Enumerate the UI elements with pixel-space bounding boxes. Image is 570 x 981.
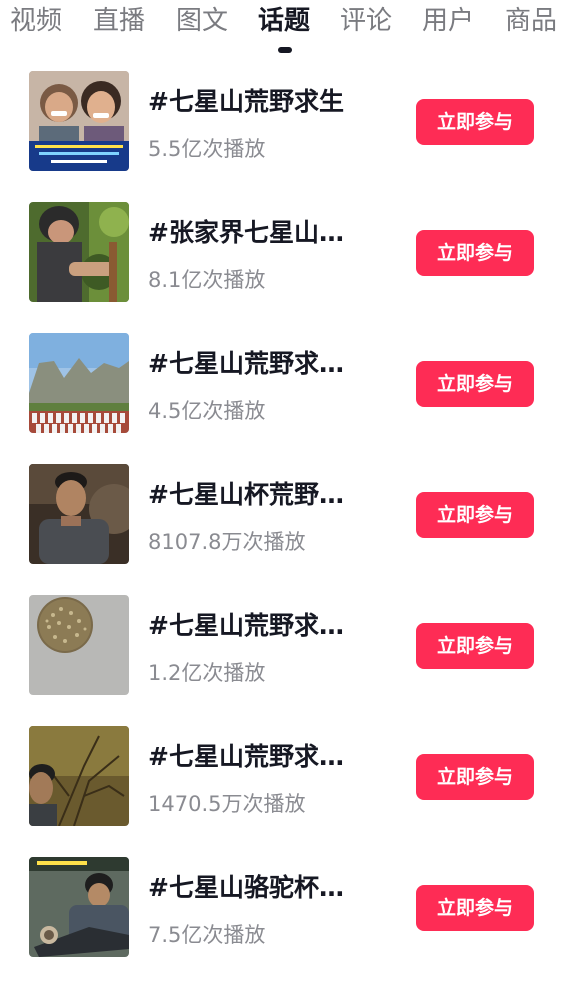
tab-users[interactable]: 用户 [422,2,474,40]
topic-title[interactable]: #张家界七星山… [148,215,373,251]
topic-title[interactable]: #七星山杯荒野… [148,477,373,513]
topic-thumbnail[interactable] [29,464,129,564]
topic-thumbnail[interactable] [29,726,129,826]
topic-title[interactable]: #七星山荒野求… [148,608,373,644]
topic-title[interactable]: #七星山荒野求… [148,346,373,382]
join-button[interactable]: 立即参与 [416,492,534,538]
topic-row[interactable]: #七星山骆驼杯… 7.5亿次播放 立即参与 [0,846,570,977]
tab-comments[interactable]: 评论 [340,2,392,40]
topic-row[interactable]: #张家界七星山… 8.1亿次播放 立即参与 [0,191,570,322]
thumbnail-image [29,464,129,564]
thumbnail-image [29,333,129,433]
play-count: 7.5亿次播放 [148,923,266,947]
tab-image-text[interactable]: 图文 [176,2,228,40]
join-button[interactable]: 立即参与 [416,754,534,800]
join-button[interactable]: 立即参与 [416,885,534,931]
play-count: 8.1亿次播放 [148,268,266,292]
tab-products[interactable]: 商品 [505,2,557,40]
play-count: 1470.5万次播放 [148,792,306,816]
topic-row[interactable]: #七星山荒野求… 1470.5万次播放 立即参与 [0,715,570,846]
topic-thumbnail[interactable] [29,202,129,302]
topic-title[interactable]: #七星山荒野求生 [148,84,373,120]
tab-video[interactable]: 视频 [10,2,62,40]
thumbnail-image [29,857,129,957]
play-count: 5.5亿次播放 [148,137,266,161]
thumbnail-image [29,202,129,302]
topic-title[interactable]: #七星山荒野求… [148,739,373,775]
search-tabs: 视频 直播 图文 话题 评论 用户 商品 [0,0,570,62]
topic-thumbnail[interactable] [29,333,129,433]
topic-row[interactable]: #七星山荒野求… 4.5亿次播放 立即参与 [0,322,570,453]
play-count: 1.2亿次播放 [148,661,266,685]
play-count: 4.5亿次播放 [148,399,266,423]
tab-live[interactable]: 直播 [93,2,145,40]
topic-thumbnail[interactable] [29,857,129,957]
active-tab-indicator [278,47,292,53]
topic-title[interactable]: #七星山骆驼杯… [148,870,373,906]
thumbnail-image [29,71,129,171]
join-button[interactable]: 立即参与 [416,99,534,145]
play-count: 8107.8万次播放 [148,530,306,554]
join-button[interactable]: 立即参与 [416,230,534,276]
join-button[interactable]: 立即参与 [416,623,534,669]
topic-row[interactable]: #七星山荒野求… 1.2亿次播放 立即参与 [0,584,570,715]
join-button[interactable]: 立即参与 [416,361,534,407]
tab-topics[interactable]: 话题 [258,2,310,40]
topic-row[interactable]: #七星山杯荒野… 8107.8万次播放 立即参与 [0,453,570,584]
topic-row[interactable]: #七星山荒野求生 5.5亿次播放 立即参与 [0,60,570,191]
thumbnail-image [29,726,129,826]
topic-thumbnail[interactable] [29,595,129,695]
topic-thumbnail[interactable] [29,71,129,171]
thumbnail-image [29,595,129,695]
